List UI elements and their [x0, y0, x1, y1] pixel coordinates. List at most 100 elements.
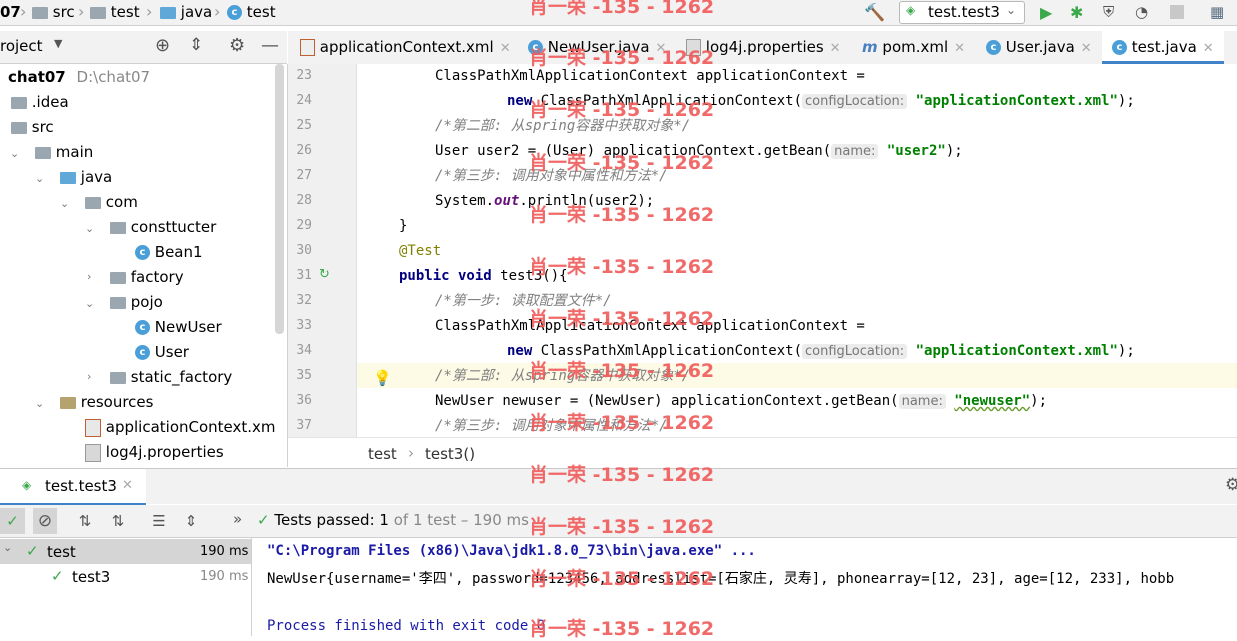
- expand-arrow-icon[interactable]: ⌄: [10, 147, 19, 160]
- folder-icon: [11, 96, 27, 109]
- tree-item-root[interactable]: chat07 D:\chat07: [8, 65, 150, 90]
- show-ignored-toggle[interactable]: ⊘: [33, 508, 57, 534]
- caret-down-icon[interactable]: ▼: [54, 37, 62, 50]
- editor-breadcrumb-class[interactable]: test: [368, 445, 397, 463]
- run-test-gutter-icon[interactable]: ↻: [319, 267, 330, 282]
- tree-item-src[interactable]: src: [11, 115, 54, 140]
- tree-item-static-factory[interactable]: static_factory: [110, 365, 232, 390]
- line-number: 27: [296, 168, 312, 183]
- code-string: "applicationContext.xml": [915, 343, 1118, 359]
- properties-file-icon: [85, 443, 101, 462]
- show-passed-toggle[interactable]: ✓: [0, 508, 25, 534]
- tree-item-label: main: [55, 143, 94, 161]
- close-icon[interactable]: ✕: [1203, 41, 1214, 56]
- tree-item-applicationcontext[interactable]: applicationContext.xm: [85, 415, 276, 440]
- tab-test-java[interactable]: c test.java ✕: [1102, 31, 1224, 64]
- coverage-icon[interactable]: ⛨: [1103, 3, 1121, 21]
- breadcrumb-java[interactable]: java: [160, 3, 212, 21]
- expand-arrow-icon[interactable]: ⌄: [35, 172, 44, 185]
- tree-item-bean1[interactable]: c Bean1: [135, 240, 203, 265]
- tree-item-idea[interactable]: .idea: [11, 90, 69, 115]
- close-icon[interactable]: ✕: [954, 41, 965, 56]
- collapse-all-button[interactable]: ⇕: [181, 511, 201, 531]
- debug-bug-icon[interactable]: ✱: [1070, 3, 1088, 22]
- test-config-icon: ◈: [906, 3, 916, 17]
- more-actions-icon[interactable]: »: [233, 510, 242, 528]
- close-icon[interactable]: ✕: [830, 41, 841, 56]
- close-icon[interactable]: ✕: [656, 41, 667, 56]
- tab-newuser-java[interactable]: c NewUser.java ✕: [528, 31, 666, 64]
- gear-icon[interactable]: ⚙: [229, 35, 245, 56]
- class-icon: c: [528, 40, 543, 55]
- tree-item-resources[interactable]: resources: [60, 390, 153, 415]
- project-structure-icon[interactable]: ▦: [1210, 3, 1228, 21]
- tree-item-label: src: [31, 118, 54, 136]
- expand-arrow-icon[interactable]: ⌄: [85, 222, 94, 235]
- close-icon[interactable]: ✕: [500, 41, 511, 56]
- gear-icon[interactable]: ⚙: [1225, 475, 1237, 495]
- parameter-hint: name:: [898, 394, 946, 409]
- line-number: 23: [296, 68, 312, 83]
- close-icon[interactable]: ✕: [1081, 41, 1092, 56]
- code-line-35: /*第二部: 从spring容器中获取对象*/: [435, 364, 690, 389]
- tree-item-factory[interactable]: factory: [110, 265, 184, 290]
- breadcrumb-test[interactable]: test: [90, 3, 140, 21]
- expand-arrow-icon[interactable]: ⌄: [3, 541, 12, 554]
- tree-item-pojo[interactable]: pojo: [110, 290, 163, 315]
- project-panel-title[interactable]: roject: [0, 37, 43, 55]
- build-hammer-icon[interactable]: 🔨: [864, 3, 885, 23]
- tree-item-user[interactable]: c User: [135, 340, 189, 365]
- editor-breadcrumb: test › test3(): [288, 437, 1237, 468]
- code-editor[interactable]: 23 24 25 26 27 28 29 30 31 32 33 34 35 3…: [288, 64, 1237, 437]
- test-status-label: Tests passed:: [274, 511, 375, 529]
- code-comment: /*第三步: 调用对象中属性和方法*/: [435, 168, 668, 184]
- lightbulb-icon[interactable]: 💡: [373, 369, 392, 387]
- run-icon[interactable]: ▶: [1040, 3, 1058, 22]
- collapse-arrow-icon[interactable]: ›: [87, 270, 91, 283]
- code-text: User user2 = (User) applicationContext.g…: [435, 143, 832, 159]
- tab-label: User.java: [1005, 38, 1075, 56]
- check-icon: ✓: [51, 567, 64, 585]
- tree-scrollbar[interactable]: [275, 64, 284, 334]
- test-row-test3[interactable]: ✓ test3 190 ms: [0, 564, 251, 589]
- breadcrumb-class[interactable]: c test: [227, 3, 276, 21]
- expand-arrow-icon[interactable]: ⌄: [60, 197, 69, 210]
- breadcrumb-project[interactable]: 07: [0, 3, 21, 21]
- expand-arrow-icon[interactable]: ⌄: [85, 297, 94, 310]
- project-panel-header: roject ▼ ⊕ ⇕ ⚙ —: [0, 31, 287, 64]
- tree-item-com[interactable]: com: [85, 190, 138, 215]
- code-line-23: ClassPathXmlApplicationContext applicati…: [435, 64, 865, 89]
- run-configuration-select[interactable]: ◈ test.test3 ⌄: [899, 1, 1025, 24]
- expand-all-button[interactable]: ☰: [149, 511, 169, 531]
- test-row-test[interactable]: ⌄ ✓ test 190 ms: [0, 539, 251, 564]
- test-duration: 190 ms: [200, 569, 249, 584]
- folder-icon: [11, 121, 27, 134]
- tree-item-java[interactable]: java: [60, 165, 112, 190]
- sort-duration-button[interactable]: ⇅: [108, 511, 128, 531]
- collapse-all-icon[interactable]: ⇕: [189, 35, 203, 55]
- breadcrumb-src[interactable]: src: [32, 3, 75, 21]
- line-number: 35: [296, 368, 312, 383]
- close-icon[interactable]: ✕: [122, 478, 133, 493]
- minimize-icon[interactable]: —: [261, 35, 279, 56]
- code-line-32: /*第一步: 读取配置文件*/: [435, 289, 612, 314]
- editor-breadcrumb-method[interactable]: test3(): [425, 445, 475, 463]
- collapse-arrow-icon[interactable]: ›: [87, 370, 91, 383]
- code-text: NewUser newuser = (NewUser) applicationC…: [435, 393, 899, 409]
- tree-item-newuser[interactable]: c NewUser: [135, 315, 222, 340]
- run-tab[interactable]: ◈ test.test3 ✕: [0, 469, 146, 506]
- tree-item-path: D:\chat07: [76, 68, 151, 86]
- sort-alpha-button[interactable]: ⇅: [75, 511, 95, 531]
- tree-item-main[interactable]: main: [35, 140, 93, 165]
- profile-icon[interactable]: ◔: [1135, 3, 1153, 21]
- tab-applicationcontext-xml[interactable]: applicationContext.xml ✕: [300, 31, 511, 64]
- tree-item-log4j[interactable]: log4j.properties: [85, 440, 224, 465]
- tab-log4j-properties[interactable]: log4j.properties ✕: [686, 31, 841, 64]
- tab-user-java[interactable]: c User.java ✕: [986, 31, 1092, 64]
- expand-arrow-icon[interactable]: ⌄: [35, 397, 44, 410]
- console-output[interactable]: "C:\Program Files (x86)\Java\jdk1.8.0_73…: [252, 538, 1237, 636]
- tab-pom-xml[interactable]: m pom.xml ✕: [862, 31, 965, 64]
- stop-icon[interactable]: [1170, 5, 1184, 19]
- tree-item-consttucter[interactable]: consttucter: [110, 215, 216, 240]
- locate-target-icon[interactable]: ⊕: [155, 35, 170, 56]
